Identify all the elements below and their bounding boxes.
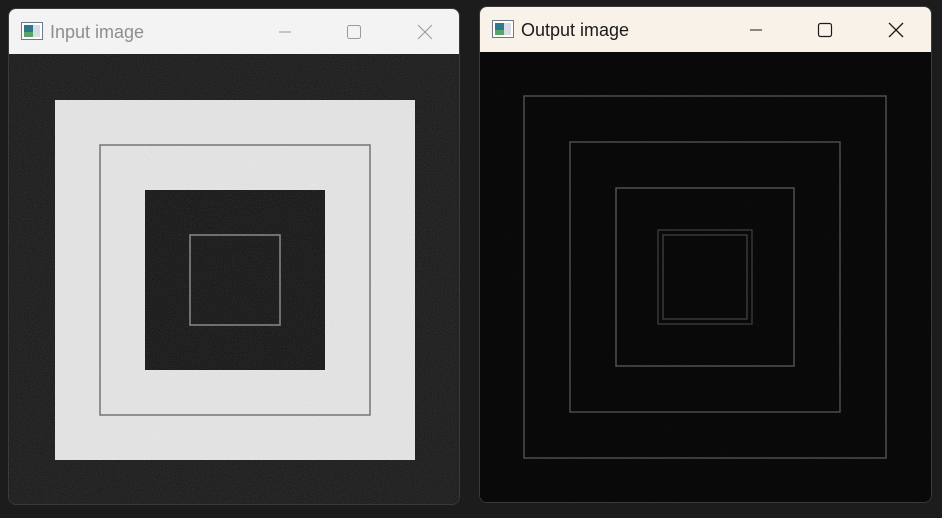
input-maximize-button[interactable]: [331, 9, 377, 54]
input-noise: [9, 54, 459, 504]
minimize-icon: [750, 29, 762, 30]
close-icon: [888, 22, 904, 37]
input-image: [9, 54, 459, 504]
image-app-icon: [21, 22, 43, 40]
maximize-icon: [817, 22, 833, 37]
close-icon: [417, 24, 433, 39]
minimize-icon: [279, 31, 291, 32]
output-image-canvas: [480, 52, 931, 502]
input-window-titlebar[interactable]: Input image: [9, 9, 459, 54]
input-window-title: Input image: [50, 22, 145, 42]
output-minimize-button[interactable]: [733, 7, 779, 52]
output-maximize-button[interactable]: [802, 7, 848, 52]
image-app-icon: [492, 20, 514, 38]
output-close-button[interactable]: [873, 7, 919, 52]
output-noise: [480, 52, 931, 502]
output-window-title: Output image: [521, 20, 630, 40]
input-minimize-button[interactable]: [262, 9, 308, 54]
maximize-icon: [347, 24, 361, 39]
input-close-button[interactable]: [402, 9, 448, 54]
input-image-canvas: [9, 54, 459, 504]
output-image: [480, 52, 931, 502]
input-image-window[interactable]: Input image: [8, 8, 460, 505]
output-window-titlebar[interactable]: Output image: [480, 7, 931, 52]
output-image-window[interactable]: Output image: [479, 6, 932, 503]
